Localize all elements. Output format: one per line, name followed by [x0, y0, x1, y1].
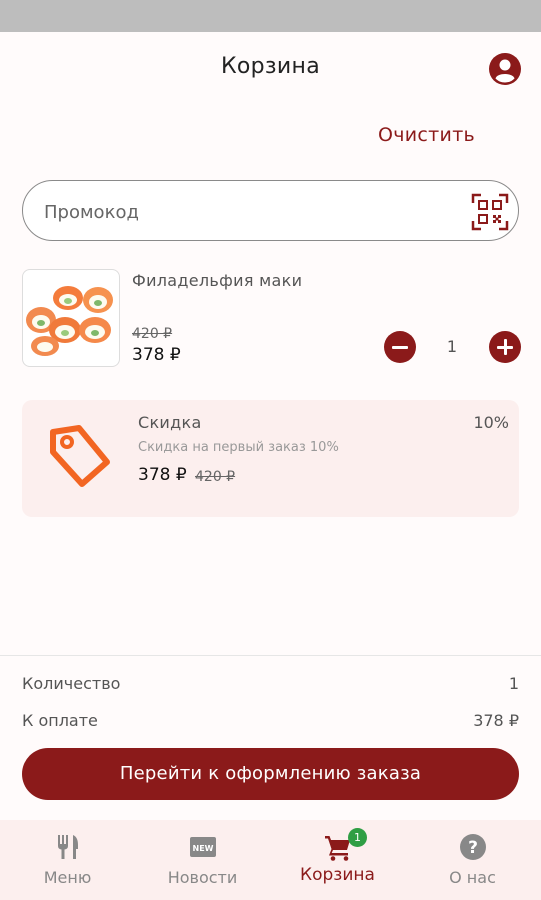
bottom-tab-bar: Меню NEW Новости Корзина ? О нас: [0, 820, 541, 900]
page-title: Корзина: [220, 54, 320, 79]
quantity-label: Количество: [22, 674, 121, 693]
decrease-quantity-button[interactable]: [384, 331, 416, 363]
header: Корзина: [0, 32, 541, 108]
quantity-total: 1: [508, 674, 519, 693]
status-bar: [0, 0, 541, 32]
product-price: 378 ₽: [132, 345, 181, 365]
tab-menu[interactable]: Меню: [0, 820, 135, 900]
promo-input[interactable]: [42, 196, 466, 228]
checkout-button[interactable]: Перейти к оформлению заказа: [22, 748, 519, 800]
tab-label: О нас: [449, 868, 496, 887]
total-label: К оплате: [22, 711, 98, 730]
discount-percent: 10%: [473, 413, 509, 432]
tab-label: Новости: [167, 868, 238, 887]
tab-label: Меню: [43, 868, 92, 887]
new-badge-icon: NEW: [190, 837, 216, 857]
increase-quantity-button[interactable]: [489, 331, 521, 363]
product-name: Филадельфия маки: [132, 271, 303, 290]
product-old-price: 420 ₽: [132, 326, 173, 342]
discount-title: Скидка: [138, 413, 202, 432]
discount-description: Скидка на первый заказ 10%: [138, 440, 339, 455]
tab-about[interactable]: ? О нас: [405, 820, 540, 900]
qr-code-scan-icon[interactable]: [470, 192, 510, 232]
discount-price: 378 ₽: [138, 465, 187, 485]
divider: [0, 655, 541, 656]
fork-knife-icon: [58, 835, 78, 859]
tab-news[interactable]: NEW Новости: [135, 820, 270, 900]
total-value: 378 ₽: [473, 711, 519, 730]
quantity-value: 1: [446, 337, 458, 356]
discount-card: Скидка 10% Скидка на первый заказ 10% 37…: [22, 400, 519, 517]
svg-text:NEW: NEW: [193, 844, 214, 853]
tab-label: Корзина: [300, 865, 375, 885]
tab-cart[interactable]: Корзина: [270, 820, 405, 900]
cart-count-badge: 1: [348, 828, 367, 847]
product-image: [22, 269, 120, 367]
help-circle-icon: ?: [460, 834, 486, 860]
svg-text:?: ?: [468, 838, 478, 858]
clear-cart-button[interactable]: Очистить: [378, 124, 475, 146]
price-tag-icon: [50, 425, 110, 487]
account-circle-icon[interactable]: [488, 52, 522, 86]
promo-field: [22, 180, 519, 241]
discount-old-price: 420 ₽: [195, 469, 236, 485]
